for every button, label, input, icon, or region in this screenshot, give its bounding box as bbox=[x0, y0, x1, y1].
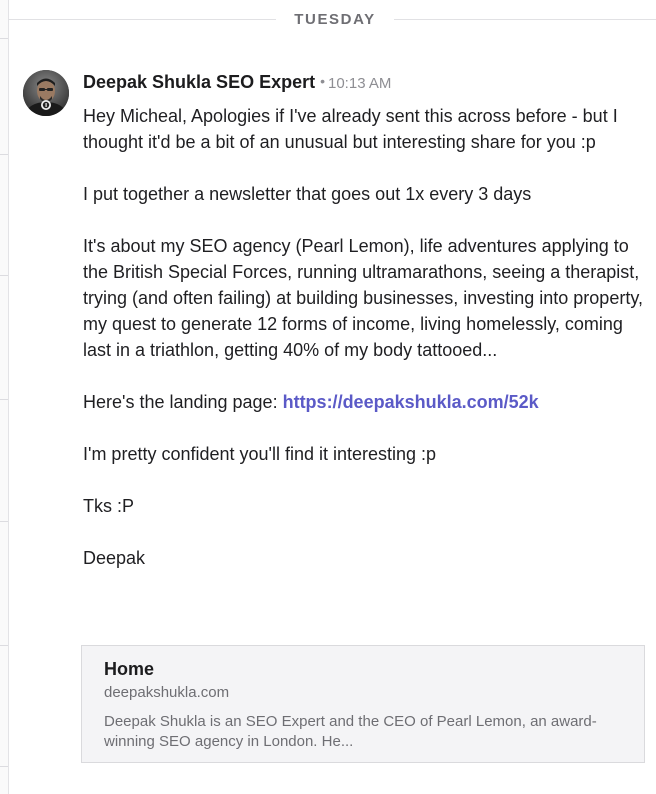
sender-name[interactable]: Deepak Shukla SEO Expert bbox=[83, 72, 315, 92]
divider-line bbox=[8, 19, 276, 20]
link-preview-card[interactable]: Home deepakshukla.com Deepak Shukla is a… bbox=[81, 645, 645, 763]
conversation-list-edge bbox=[0, 0, 9, 794]
message-paragraph: I'm pretty confident you'll find it inte… bbox=[83, 444, 437, 464]
message-paragraph: Hey Micheal, Apologies if I've already s… bbox=[83, 106, 618, 152]
landing-page-link[interactable]: https://deepakshukla.com/52k bbox=[283, 392, 539, 412]
message-paragraph: Here's the landing page: https://deepaks… bbox=[83, 389, 649, 415]
rail-divider bbox=[0, 766, 8, 767]
link-preview-domain: deepakshukla.com bbox=[104, 684, 230, 701]
message-paragraph: It's about my SEO agency (Pearl Lemon), … bbox=[83, 236, 643, 360]
header-separator: • bbox=[320, 73, 325, 89]
messaging-thread: TUESDAY Deepak Shukla SEO Expert • 10:13… bbox=[0, 0, 656, 794]
day-label: TUESDAY bbox=[294, 11, 376, 28]
sender-avatar[interactable] bbox=[23, 70, 69, 116]
message-timestamp: 10:13 AM bbox=[328, 75, 392, 92]
message-paragraph: Tks :P bbox=[83, 496, 135, 516]
message-signature: Deepak bbox=[83, 548, 146, 568]
rail-divider bbox=[0, 399, 8, 400]
rail-divider bbox=[0, 645, 8, 646]
message-body: Hey Micheal, Apologies if I've already s… bbox=[83, 103, 649, 597]
message-paragraph: I put together a newsletter that goes ou… bbox=[83, 184, 532, 204]
rail-divider bbox=[0, 154, 8, 155]
message-header: Deepak Shukla SEO Expert • 10:13 AM bbox=[83, 72, 391, 96]
day-divider: TUESDAY bbox=[0, 8, 656, 32]
rail-divider bbox=[0, 521, 8, 522]
link-preview-description: Deepak Shukla is an SEO Expert and the C… bbox=[104, 713, 597, 750]
link-preview-title: Home bbox=[104, 659, 155, 679]
rail-divider bbox=[0, 275, 8, 276]
avatar-photo-icon bbox=[23, 70, 69, 116]
rail-divider bbox=[0, 38, 8, 39]
landing-page-label: Here's the landing page: bbox=[83, 392, 283, 412]
divider-line bbox=[394, 19, 656, 20]
